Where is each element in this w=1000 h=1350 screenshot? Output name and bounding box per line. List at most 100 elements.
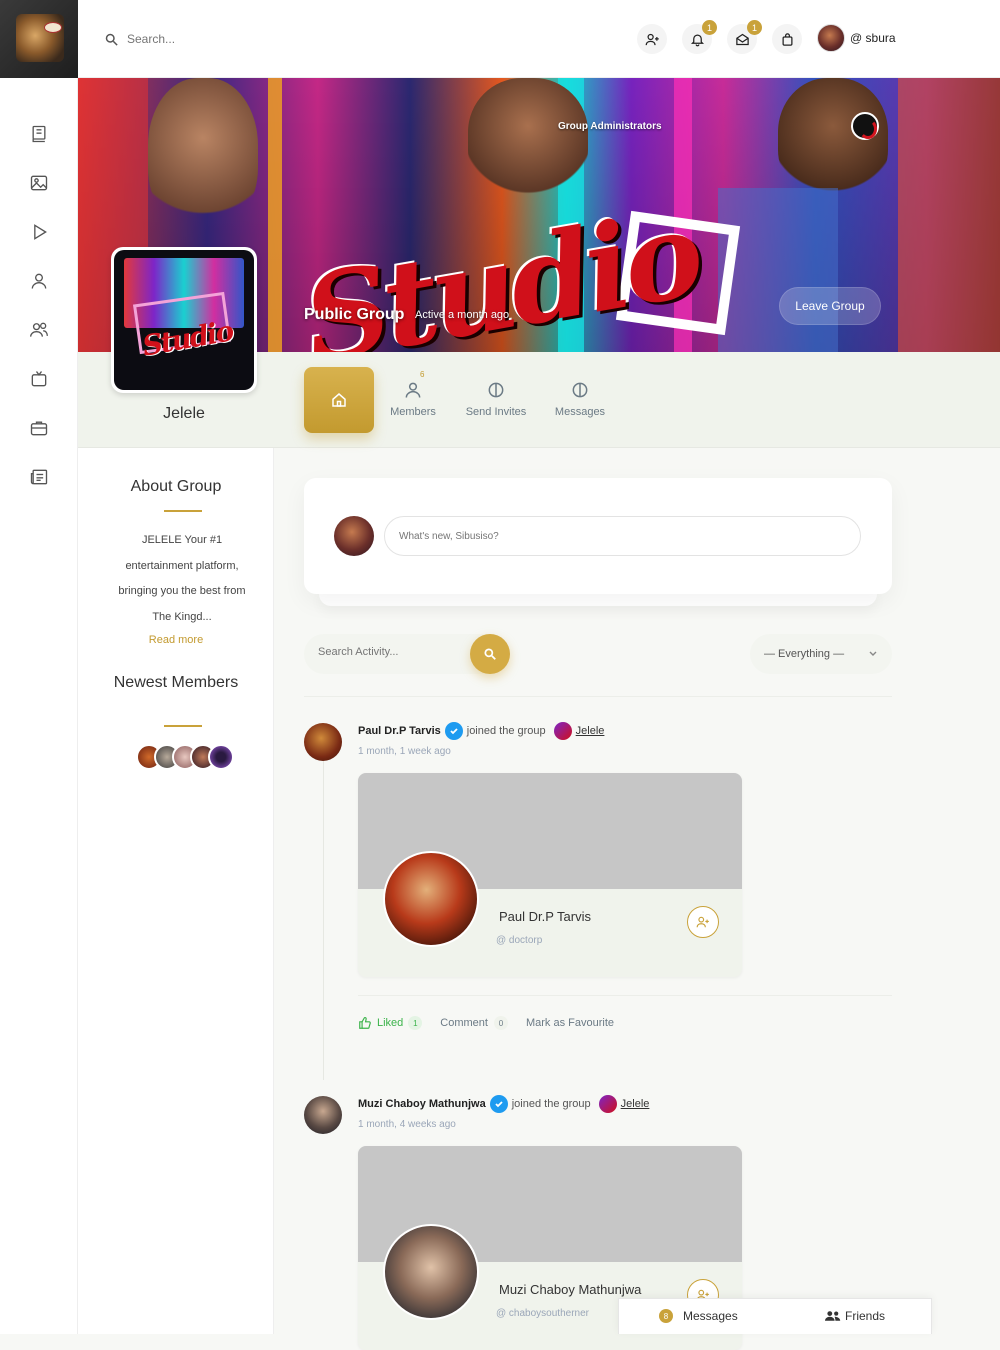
nav-news[interactable] [29,467,49,487]
circle-slash-icon [488,382,504,398]
newest-members-title: Newest Members [113,674,239,691]
activity-filter-select[interactable]: — Everything — [750,634,892,674]
add-friend-button[interactable] [687,906,719,938]
activity-avatar[interactable] [304,1096,342,1134]
nav-news-feed[interactable] [29,124,49,144]
group-name: Jelele [163,405,205,422]
verified-badge [444,722,463,740]
tab-send-invites-label: Send Invites [465,406,527,418]
comment-count: 0 [493,1016,508,1030]
user-menu[interactable]: @ sbura [817,24,896,52]
group-avatar: Studio [111,247,257,393]
group-mini-avatar [553,722,572,740]
tab-members[interactable]: 6 Members [378,370,448,418]
tab-send-invites[interactable]: Send Invites [461,370,531,418]
search-icon [484,648,496,660]
member-card-avatar[interactable] [383,851,479,947]
about-group-text: JELELE Your #1 entertainment platform, b… [118,534,246,623]
nav-jobs[interactable] [29,418,49,438]
group-type: Public Group [304,306,405,323]
activity-time[interactable]: 1 month, 4 weeks ago [358,1119,456,1130]
briefcase-icon [30,421,48,436]
timeline-line [323,760,324,1080]
read-more-link[interactable]: Read more [78,634,274,646]
notifications-button[interactable]: 1 [682,20,717,54]
comment-button[interactable]: Comment [440,1017,488,1029]
add-user-icon [696,916,709,928]
play-icon [34,224,47,240]
member-avatar[interactable] [208,744,234,770]
chat-friends-toggle[interactable]: Friends [825,1309,885,1323]
member-card: Paul Dr.P Tarvis @ doctorp [358,773,742,977]
chat-messages-label: Messages [683,1309,738,1323]
bell-icon [690,34,704,46]
messages-button[interactable]: 1 [727,20,762,54]
check-icon [495,1101,503,1108]
member-card-avatar[interactable] [383,1224,479,1320]
activity-search-input[interactable] [318,646,458,658]
nav-groups[interactable] [29,320,49,340]
global-search-input[interactable] [127,32,327,46]
circle-slash-icon [572,382,588,398]
cover-stripe [268,78,282,352]
member-card-name[interactable]: Paul Dr.P Tarvis [499,909,591,924]
chat-messages-toggle[interactable]: 8 Messages [659,1309,738,1323]
tab-messages[interactable]: Messages [545,370,615,418]
site-logo[interactable] [0,0,78,78]
global-search[interactable] [104,28,327,50]
activity-search-button[interactable] [470,634,510,674]
cart-button[interactable] [772,24,802,54]
members-count: 6 [420,370,425,379]
friend-requests-button[interactable] [637,24,667,54]
group-link[interactable]: Jelele [576,725,605,737]
divider [164,725,202,727]
activity-user-name[interactable]: Paul Dr.P Tarvis [358,725,441,737]
username: @ sbura [850,31,896,45]
favourite-button[interactable]: Mark as Favourite [526,1017,614,1029]
users-icon [825,1311,841,1321]
like-button[interactable]: Liked 1 [358,1016,423,1030]
group-admin-avatar[interactable] [851,112,879,140]
activity-time[interactable]: 1 month, 1 week ago [358,746,451,757]
image-icon [30,175,48,191]
check-icon [450,728,458,735]
notification-badge: 1 [702,20,717,35]
about-group-title: About Group [130,478,222,495]
newest-members-list [136,744,234,770]
add-user-icon [645,33,659,45]
tab-messages-label: Messages [554,406,606,418]
shopping-bag-icon [782,32,792,46]
nav-videos[interactable] [29,222,49,242]
newspaper-icon [30,469,48,485]
activity-user-name[interactable]: Muzi Chaboy Mathunjwa [358,1098,486,1110]
nav-profile[interactable] [29,271,49,291]
user-icon [31,273,47,289]
tab-home[interactable] [304,367,374,433]
leave-group-button[interactable]: Leave Group [779,287,881,325]
cover-person-shirt [718,188,838,352]
user-avatar [817,24,845,52]
group-admins-label: Group Administrators [558,121,662,132]
search-icon [105,33,118,46]
user-icon [405,382,421,398]
activity-header: Muzi Chaboy Mathunjwa joined the group J… [358,1095,649,1113]
chat-friends-label: Friends [845,1309,886,1323]
divider [164,510,202,512]
group-link[interactable]: Jelele [621,1098,650,1110]
member-card-handle: @ doctorp [496,935,543,946]
activity-actions: Liked 1 Comment 0 Mark as Favourite [358,1016,614,1030]
like-label: Liked [377,1017,404,1029]
nav-photos[interactable] [29,173,49,193]
studio-logo-text: Studio [293,183,708,352]
nav-live[interactable] [29,369,49,389]
whats-new-box [304,478,892,594]
member-card-name[interactable]: Muzi Chaboy Mathunjwa [499,1282,641,1297]
book-icon [32,125,46,143]
activity-avatar[interactable] [304,723,342,761]
whats-new-input[interactable] [384,516,861,556]
activity-action: joined the group [511,1098,591,1110]
divider [358,995,892,996]
activity-header: Paul Dr.P Tarvis joined the group Jelele [358,722,604,740]
activity-action: joined the group [466,725,546,737]
top-bar: 1 1 @ sbura [0,0,1000,78]
